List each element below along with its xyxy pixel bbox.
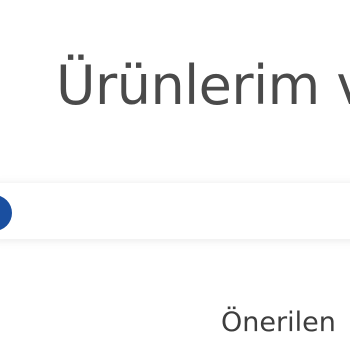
suggested-section-label: Önerilen	[221, 307, 336, 338]
search-bar[interactable]	[0, 183, 350, 239]
page-title: Ürünlerim ve	[56, 54, 350, 117]
page: Ürünlerim ve Önerilen	[0, 0, 350, 350]
